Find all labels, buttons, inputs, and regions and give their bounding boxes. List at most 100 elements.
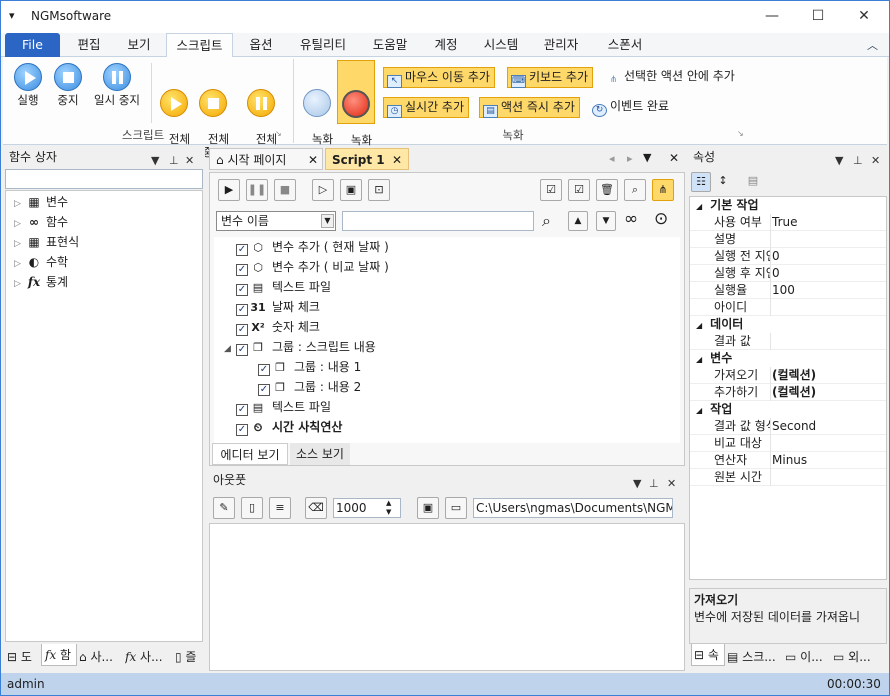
tab-script-1[interactable]: Script 1 ✕ [325, 148, 409, 170]
item-checkbox[interactable]: ✓ [258, 384, 270, 396]
tab-image[interactable]: ▭ 이... [785, 646, 831, 668]
folder-icon[interactable]: ▭ [445, 497, 467, 519]
close-icon[interactable]: ✕ [308, 149, 318, 171]
item-checkbox[interactable]: ✓ [236, 344, 248, 356]
minimize-icon[interactable]: — [749, 1, 795, 33]
column-divider[interactable] [770, 367, 771, 384]
item-checkbox[interactable]: ✓ [236, 244, 248, 256]
property-row[interactable]: 아이디 [690, 299, 886, 316]
add-inside-action-button[interactable]: ⋔ 선택한 액션 안에 추가 [603, 67, 739, 88]
property-row[interactable]: 설명 [690, 231, 886, 248]
run-to-icon[interactable]: ▣ [340, 179, 362, 201]
collapse-icon[interactable]: ◢ [224, 339, 236, 359]
tab-toolbox[interactable]: ⊟ 도 [7, 646, 41, 668]
pin-icon[interactable]: ⊥ [853, 150, 863, 172]
column-divider[interactable] [770, 265, 771, 282]
item-checkbox[interactable]: ✓ [236, 324, 248, 336]
event-complete-button[interactable]: ↻ 이벤트 완료 [589, 97, 673, 118]
tab-editor-view[interactable]: 에디터 보기 [212, 443, 288, 465]
script-item[interactable]: ◢ ✓ ❐ 그룹 : 스크립트 내용 [224, 337, 376, 357]
menu-account[interactable]: 계정 [425, 33, 467, 57]
column-divider[interactable] [770, 384, 771, 401]
run-selected-icon[interactable]: ⊡ [368, 179, 390, 201]
move-down-icon[interactable]: ▼ [596, 211, 616, 231]
property-row[interactable]: 비교 대상 [690, 435, 886, 452]
close-icon[interactable]: ✕ [669, 151, 679, 165]
eraser-icon[interactable]: ⌫ [305, 497, 327, 519]
collapse-icon[interactable]: ◢ [696, 355, 702, 364]
tree-item-variable[interactable]: ▷ ▦ 변수 [14, 192, 68, 212]
property-row[interactable]: 연산자 Minus [690, 452, 886, 469]
infinity-icon[interactable]: ∞ [624, 209, 638, 229]
close-icon[interactable]: ✕ [392, 149, 402, 171]
save-icon[interactable]: ▣ [417, 497, 439, 519]
property-value[interactable]: Minus [772, 452, 807, 469]
delete-icon[interactable]: 🗑 [596, 179, 618, 201]
property-row[interactable]: 원본 시간 [690, 469, 886, 486]
property-row[interactable]: 가져오기 (컬렉션) [690, 367, 886, 384]
line-count-stepper[interactable]: 1000 ▲ ▼ [333, 498, 401, 518]
stop-button[interactable]: 중지 [49, 63, 87, 107]
script-item[interactable]: ✓ ⬡ 변수 추가 ( 현재 날짜 ) [224, 237, 389, 257]
item-checkbox[interactable]: ✓ [236, 284, 248, 296]
check-icon[interactable]: ☑ [568, 179, 590, 201]
close-icon[interactable]: ✕ [841, 1, 887, 33]
menu-sponsor[interactable]: 스폰서 [599, 33, 651, 57]
property-pages-icon[interactable]: ▤ [743, 172, 763, 192]
play-icon[interactable]: ▶ [218, 179, 240, 201]
pause-button[interactable]: 일시 중지 [89, 63, 145, 107]
property-value[interactable]: Second [772, 418, 816, 435]
menu-script[interactable]: 스크립트 [166, 33, 233, 58]
property-value[interactable]: 0 [772, 248, 780, 265]
app-menu-icon[interactable]: ▾ [9, 9, 15, 22]
keyboard-add-button[interactable]: ⌨ 키보드 추가 [507, 67, 594, 88]
tab-script-list[interactable]: ▤ 스크... [727, 646, 783, 668]
scroll-right-icon[interactable]: ▸ [627, 152, 633, 165]
tree-view-icon[interactable]: ⋔ [652, 179, 674, 201]
script-item[interactable]: ✓ ▤ 텍스트 파일 [224, 277, 331, 297]
record-stop-button[interactable]: 녹화 중지 [337, 60, 375, 160]
pin-icon[interactable]: ⊥ [649, 473, 659, 495]
document-icon[interactable]: ▯ [241, 497, 263, 519]
expand-icon[interactable]: ▷ [14, 234, 26, 254]
expand-icon[interactable]: ▷ [14, 254, 26, 274]
menu-options[interactable]: 옵션 [239, 33, 283, 57]
expand-icon[interactable]: ▷ [14, 214, 26, 234]
script-item[interactable]: ✓ ❐ 그룹 : 내용 1 [246, 357, 361, 377]
tab-user-function[interactable]: fx 사... [125, 646, 173, 668]
output-log[interactable] [209, 523, 685, 671]
panel-menu-icon[interactable]: ▼ [835, 150, 843, 172]
menu-system[interactable]: 시스템 [475, 33, 527, 57]
tree-item-statistics[interactable]: ▷ fx 통계 [14, 272, 68, 292]
property-category[interactable]: ◢ 데이터 [690, 316, 886, 333]
collapse-icon[interactable]: ◢ [696, 202, 702, 211]
script-item[interactable]: ✓ 31 날짜 체크 [224, 297, 320, 317]
variable-select[interactable]: 변수 이름 ▼ [216, 211, 336, 231]
close-icon[interactable]: ✕ [871, 150, 880, 172]
column-divider[interactable] [770, 333, 771, 350]
tab-list-icon[interactable]: ▼ [643, 151, 651, 164]
property-row[interactable]: 실행 전 지연0 [690, 248, 886, 265]
property-value[interactable]: (컬렉션) [772, 384, 816, 401]
item-checkbox[interactable]: ✓ [236, 304, 248, 316]
pause-icon[interactable]: ❚❚ [246, 179, 268, 201]
function-search-input[interactable] [5, 169, 203, 189]
tab-dictionary[interactable]: ⌂ 사... [79, 646, 123, 668]
step-icon[interactable]: ▷ [312, 179, 334, 201]
collapse-icon[interactable]: ◢ [696, 321, 702, 330]
column-divider[interactable] [770, 418, 771, 435]
property-value[interactable]: (컬렉션) [772, 367, 816, 384]
tab-source-view[interactable]: 소스 보기 [290, 443, 350, 465]
property-value[interactable]: True [772, 214, 798, 231]
property-row[interactable]: 사용 여부 True [690, 214, 886, 231]
scroll-left-icon[interactable]: ◂ [609, 152, 615, 165]
script-item[interactable]: ✓ ⬡ 변수 추가 ( 비교 날짜 ) [224, 257, 389, 277]
menu-edit[interactable]: 편집 [67, 33, 111, 57]
more-icon[interactable]: ⊙ [654, 209, 668, 229]
item-checkbox[interactable]: ✓ [258, 364, 270, 376]
script-item[interactable]: ✓ ❐ 그룹 : 내용 2 [246, 377, 361, 397]
search-icon[interactable]: ⌕ [542, 211, 551, 231]
mouse-move-add-button[interactable]: ↖ 마우스 이동 추가 [383, 67, 495, 88]
menu-view[interactable]: 보기 [117, 33, 161, 57]
menu-utility[interactable]: 유틸리티 [291, 33, 355, 57]
